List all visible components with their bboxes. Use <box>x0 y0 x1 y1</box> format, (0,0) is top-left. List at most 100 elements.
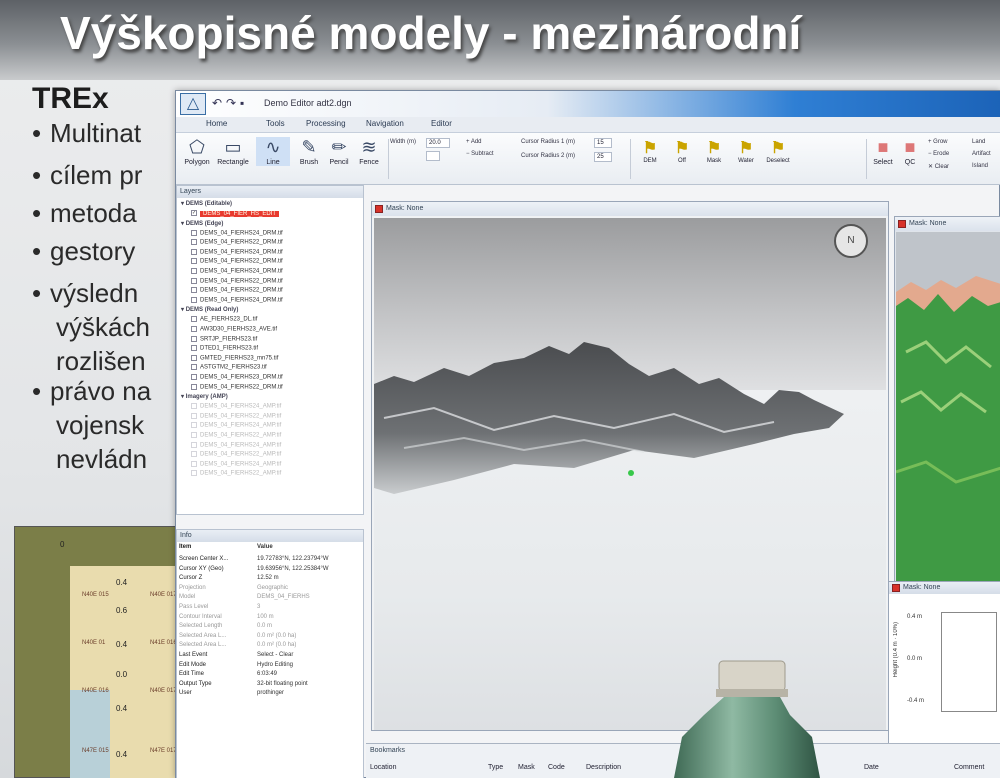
undo-icon[interactable]: ↶ <box>212 96 222 110</box>
add-button[interactable]: + Add <box>466 139 482 145</box>
layer-checkbox[interactable] <box>191 374 197 380</box>
layer-item[interactable]: DEMS_04_FIERHS23_DRM.tif <box>191 374 283 381</box>
layer-item[interactable]: DEMS_04_FIERHS24_AMP.tif <box>191 422 281 429</box>
qc-button[interactable]: ■ QC <box>898 137 922 166</box>
layer-item[interactable]: GMTED_FIERHS23_mn75.tif <box>191 354 278 361</box>
tool-pencil-button[interactable]: ✏ Pencil <box>322 137 356 166</box>
layer-checkbox[interactable] <box>191 345 197 352</box>
tool-polygon-button[interactable]: ⬠ Polygon <box>180 137 214 166</box>
menu-tab-tools[interactable]: Tools <box>266 119 285 128</box>
layer-checkbox[interactable] <box>191 296 197 303</box>
layer-checkbox[interactable] <box>191 364 197 371</box>
layer-item[interactable]: SRTJP_FIERHS23.tif <box>191 335 257 342</box>
pin-off-button[interactable]: ⚑ Off <box>668 138 696 164</box>
bookmarks-col-mask[interactable]: Mask <box>518 764 535 771</box>
layer-group[interactable]: ▾ Imagery (AMP) <box>181 393 228 400</box>
bookmarks-col-code[interactable]: Code <box>548 764 565 771</box>
menu-tab-home[interactable]: Home <box>206 119 227 128</box>
menu-tab-processing[interactable]: Processing <box>306 119 346 128</box>
redo-icon[interactable]: ↷ <box>226 96 236 110</box>
layer-checkbox[interactable] <box>191 412 197 419</box>
compass-icon[interactable]: N <box>834 224 868 258</box>
tool-rectangle-button[interactable]: ▭ Rectangle <box>216 137 250 166</box>
pin-deselect-button[interactable]: ⚑ Deselect <box>764 138 792 164</box>
width-stepper[interactable] <box>426 151 440 161</box>
layer-checkbox[interactable] <box>191 354 197 361</box>
layer-item[interactable]: DEMS_04_FIERHS24_AMP.tif <box>191 441 281 448</box>
cursor-radius-1-input[interactable]: 15 <box>594 138 612 148</box>
layer-checkbox[interactable] <box>191 277 197 284</box>
layer-name: DEMS_04_FIERHS22_AMP.tif <box>200 413 282 420</box>
layer-item[interactable]: DEMS_04_FIERHS22_AMP.tif <box>191 470 281 477</box>
layer-checkbox[interactable] <box>191 326 197 332</box>
layer-checkbox[interactable]: ✓ <box>191 210 197 216</box>
layer-item[interactable]: DEMS_04_FIERHS24_DRM.tif <box>191 268 283 275</box>
layer-item[interactable]: DEMS_04_FIERHS24_AMP.tif <box>191 403 281 410</box>
land-button[interactable]: Land <box>972 139 985 145</box>
layer-item[interactable]: DEMS_04_FIERHS22_DRM.tif <box>191 277 283 284</box>
menu-tab-editor[interactable]: Editor <box>431 119 452 128</box>
layer-item[interactable]: DEMS_04_FIERHS22_AMP.tif <box>191 451 281 458</box>
tool-fence-button[interactable]: ≋ Fence <box>352 137 386 166</box>
grow-button[interactable]: + Grow <box>928 139 948 145</box>
layer-item[interactable]: ✓ DEMS_04_FIER_HS_EDIT <box>191 210 280 217</box>
layer-item[interactable]: DEMS_04_FIERHS22_DRM.tif <box>191 239 283 246</box>
layer-checkbox[interactable] <box>191 287 197 294</box>
layer-checkbox[interactable] <box>191 335 197 342</box>
layer-checkbox[interactable] <box>191 422 197 429</box>
layer-item[interactable]: DEMS_04_FIERHS22_DRM.tif <box>191 287 283 294</box>
layer-group[interactable]: ▾ DEMS (Editable) <box>181 200 232 207</box>
cursor-radius-2-input[interactable]: 25 <box>594 152 612 162</box>
layer-item[interactable]: DTED1_FIERHS23.tif <box>191 345 258 352</box>
bookmarks-col-description[interactable]: Description <box>586 764 621 771</box>
layer-item[interactable]: AE_FIERHS23_DL.tif <box>191 316 257 323</box>
pin-dem-button[interactable]: ⚑ DEM <box>636 138 664 164</box>
layer-checkbox[interactable] <box>191 316 197 323</box>
layer-checkbox[interactable] <box>191 403 197 410</box>
layer-item[interactable]: ASTGTM2_FIERHS23.tif <box>191 364 267 371</box>
layer-group[interactable]: ▾ DEMS (Edge) <box>181 220 223 227</box>
layer-checkbox[interactable] <box>191 460 197 467</box>
layer-item[interactable]: DEMS_04_FIERHS24_DRM.tif <box>191 229 283 236</box>
layer-checkbox[interactable] <box>191 268 197 274</box>
bookmarks-col-type[interactable]: Type <box>488 764 503 771</box>
layer-checkbox[interactable] <box>191 383 197 390</box>
pin-water-button[interactable]: ⚑ Water <box>732 138 760 164</box>
layer-item[interactable]: DEMS_04_FIERHS22_AMP.tif <box>191 412 282 420</box>
save-icon[interactable]: ▪ <box>240 96 244 110</box>
tool-brush-button[interactable]: ✎ Brush <box>292 137 326 166</box>
bookmarks-col-location[interactable]: Location <box>370 764 396 771</box>
layer-checkbox[interactable] <box>191 258 197 265</box>
pin-mask-button[interactable]: ⚑ Mask <box>700 138 728 164</box>
layer-item[interactable]: DEMS_04_FIERHS24_DRM.tif <box>191 296 283 303</box>
clear-button[interactable]: ✕ Clear <box>928 163 949 170</box>
bookmarks-col-date[interactable]: Date <box>864 764 879 771</box>
layer-item[interactable]: DEMS_04_FIERHS24_DRM.tif <box>191 248 283 255</box>
layer-item[interactable]: DEMS_04_FIERHS22_DRM.tif <box>191 258 283 265</box>
layer-group[interactable]: ▾ DEMS (Read Only) <box>181 306 238 313</box>
width-input[interactable]: 20.0 <box>426 138 450 148</box>
erode-button[interactable]: − Erode <box>928 151 949 157</box>
select-button[interactable]: ■ Select <box>871 137 895 166</box>
terrain-3d-view[interactable]: Mask: None N <box>371 201 889 731</box>
layer-checkbox[interactable] <box>191 432 197 438</box>
menu-tab-navigation[interactable]: Navigation <box>366 119 404 128</box>
layer-checkbox[interactable] <box>191 248 197 255</box>
shaded-relief-view[interactable]: Mask: None <box>894 216 1000 584</box>
layer-item[interactable]: DEMS_04_FIERHS22_AMP.tif <box>191 432 281 439</box>
tool-line-button[interactable]: ∿ Line <box>256 137 290 166</box>
layer-checkbox[interactable] <box>191 239 197 246</box>
layer-item[interactable]: DEMS_04_FIERHS22_DRM.tif <box>191 383 283 390</box>
island-button[interactable]: Island <box>972 163 988 169</box>
layer-checkbox[interactable] <box>191 451 197 458</box>
layer-checkbox[interactable] <box>191 470 197 477</box>
subtract-button[interactable]: − Subtract <box>466 151 494 157</box>
bookmarks-col-comment[interactable]: Comment <box>954 764 984 771</box>
layer-item[interactable]: DEMS_04_FIERHS24_AMP.tif <box>191 460 281 467</box>
artifact-button[interactable]: Artifact <box>972 151 991 157</box>
map-label: N40E 015 <box>82 592 109 598</box>
app-logo-icon[interactable]: △ <box>180 93 206 115</box>
layer-checkbox[interactable] <box>191 229 197 236</box>
layer-checkbox[interactable] <box>191 441 197 448</box>
layer-item[interactable]: AW3D30_FIERHS23_AVE.tif <box>191 326 277 333</box>
